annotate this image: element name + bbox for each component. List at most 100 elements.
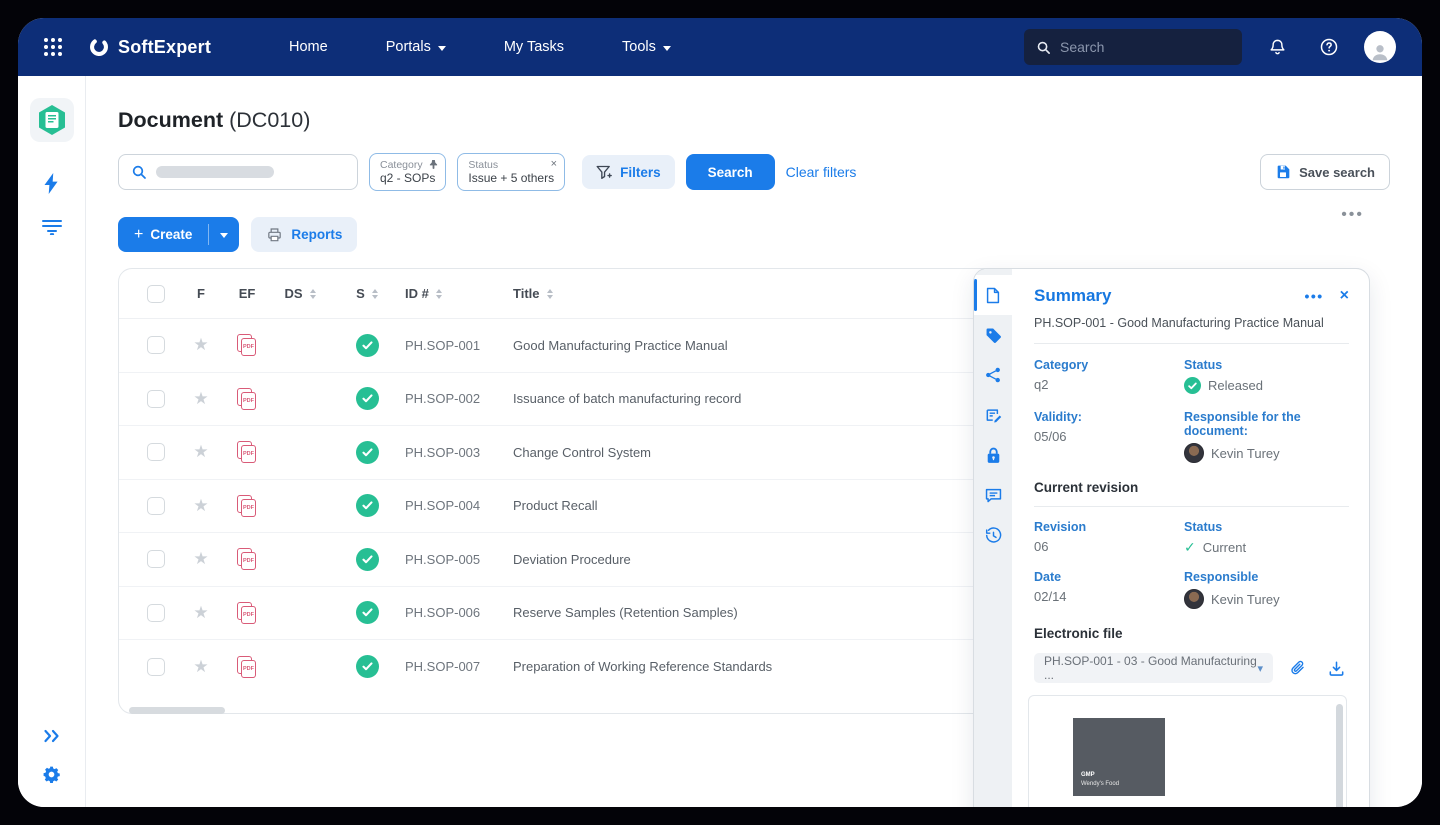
row-checkbox[interactable] [147, 658, 165, 676]
status-released-icon [356, 548, 379, 571]
close-icon[interactable]: × [551, 159, 557, 169]
document-id[interactable]: PH.SOP-002 [405, 391, 513, 406]
col-id[interactable]: ID # [405, 286, 513, 301]
sort-icon[interactable] [310, 289, 316, 299]
document-id[interactable]: PH.SOP-003 [405, 445, 513, 460]
preview-scrollbar[interactable] [1336, 704, 1343, 807]
col-ds[interactable]: DS [271, 286, 329, 301]
favorite-star-icon[interactable]: ★ [193, 442, 208, 462]
pin-icon[interactable] [429, 159, 438, 171]
plus-icon: + [134, 226, 143, 244]
quick-actions-lightning-icon[interactable] [37, 168, 67, 198]
expand-rail-icon[interactable] [37, 721, 67, 751]
chevron-down-icon [663, 46, 671, 51]
create-dropdown-button[interactable] [209, 217, 239, 252]
user-avatar[interactable] [1364, 31, 1396, 63]
printer-icon [266, 227, 283, 243]
document-id[interactable]: PH.SOP-006 [405, 605, 513, 620]
page-title: Document (DC010) [118, 108, 310, 133]
attachment-paperclip-icon[interactable] [1285, 655, 1311, 681]
tab-share-icon[interactable] [974, 355, 1012, 395]
favorite-star-icon[interactable]: ★ [193, 389, 208, 409]
row-checkbox[interactable] [147, 443, 165, 461]
tab-document-icon[interactable] [974, 275, 1012, 315]
document-id[interactable]: PH.SOP-004 [405, 498, 513, 513]
row-checkbox[interactable] [147, 550, 165, 568]
favorite-star-icon[interactable]: ★ [193, 335, 208, 355]
pdf-file-icon[interactable]: PDF [235, 387, 259, 411]
toolbar: +Create Reports [118, 217, 357, 252]
reports-button[interactable]: Reports [251, 217, 357, 252]
nav-item-home[interactable]: Home [267, 29, 350, 65]
field-revision-responsible: Responsible Kevin Turey [1184, 570, 1349, 609]
row-checkbox[interactable] [147, 604, 165, 622]
summary-panel: Summary ••• × PH.SOP-001 - Good Manufact… [973, 268, 1370, 807]
field-validity: Validity: 05/06 [1034, 410, 1184, 463]
sort-icon[interactable] [547, 289, 553, 299]
favorite-star-icon[interactable]: ★ [193, 603, 208, 623]
pdf-file-icon[interactable]: PDF [235, 547, 259, 571]
col-status[interactable]: S [329, 286, 405, 301]
summary-subtitle: PH.SOP-001 - Good Manufacturing Practice… [1034, 316, 1349, 330]
filter-chip-category[interactable]: Category q2 - SOPs [369, 153, 446, 191]
app-launcher-icon[interactable] [44, 38, 62, 56]
filter-lines-icon[interactable] [37, 212, 67, 242]
panel-icon-strip [974, 269, 1012, 807]
document-thumbnail[interactable]: GMP Wendy's Food [1073, 718, 1165, 796]
global-search-input[interactable] [1060, 39, 1210, 55]
pdf-file-icon[interactable]: PDF [235, 333, 259, 357]
file-version-select[interactable]: PH.SOP-001 - 03 - Good Manufacturing ...… [1034, 653, 1273, 683]
create-button[interactable]: +Create [118, 217, 239, 252]
nav-item-my-tasks[interactable]: My Tasks [482, 29, 586, 65]
document-id[interactable]: PH.SOP-001 [405, 338, 513, 353]
nav-item-portals[interactable]: Portals [364, 29, 468, 65]
col-electronic-file[interactable]: EF [223, 286, 271, 301]
nav-item-tools[interactable]: Tools [600, 29, 693, 65]
pdf-file-icon[interactable]: PDF [235, 440, 259, 464]
tab-revision-note-icon[interactable] [974, 395, 1012, 435]
select-all-checkbox[interactable] [147, 285, 165, 303]
more-options-icon[interactable]: ••• [1341, 206, 1364, 224]
document-id[interactable]: PH.SOP-007 [405, 659, 513, 674]
favorite-star-icon[interactable]: ★ [193, 549, 208, 569]
tab-lock-icon[interactable] [974, 435, 1012, 475]
clear-filters-link[interactable]: Clear filters [786, 164, 857, 180]
save-icon [1275, 164, 1291, 180]
save-search-button[interactable]: Save search [1260, 154, 1390, 190]
table-search-input[interactable] [118, 154, 358, 190]
field-revision-status: Status ✓Current [1184, 520, 1349, 556]
filters-button[interactable]: Filters [582, 155, 675, 189]
filter-chip-status[interactable]: × Status Issue + 5 others [457, 153, 565, 191]
summary-more-icon[interactable]: ••• [1304, 288, 1323, 304]
document-id[interactable]: PH.SOP-005 [405, 552, 513, 567]
horizontal-scrollbar[interactable] [129, 707, 225, 714]
tab-comments-icon[interactable] [974, 475, 1012, 515]
col-favorite[interactable]: F [179, 286, 223, 301]
notifications-bell-icon[interactable] [1260, 30, 1294, 64]
sort-icon[interactable] [436, 289, 442, 299]
document-module-icon[interactable] [30, 98, 74, 142]
filter-row: Category q2 - SOPs × Status Issue + 5 ot… [118, 153, 1390, 191]
download-icon[interactable] [1323, 655, 1349, 681]
pdf-file-icon[interactable]: PDF [235, 494, 259, 518]
settings-gear-icon[interactable] [37, 759, 67, 789]
pdf-file-icon[interactable]: PDF [235, 655, 259, 679]
search-skeleton [156, 166, 274, 178]
released-check-icon [1184, 377, 1201, 394]
brand-logo[interactable]: SoftExpert [88, 36, 211, 58]
tab-history-icon[interactable] [974, 515, 1012, 555]
pdf-file-icon[interactable]: PDF [235, 601, 259, 625]
search-button[interactable]: Search [686, 154, 775, 190]
sort-icon[interactable] [372, 289, 378, 299]
row-checkbox[interactable] [147, 390, 165, 408]
field-status: Status Released [1184, 358, 1349, 394]
row-checkbox[interactable] [147, 336, 165, 354]
row-checkbox[interactable] [147, 497, 165, 515]
global-search[interactable] [1024, 29, 1242, 65]
summary-close-icon[interactable]: × [1340, 287, 1349, 305]
help-icon[interactable] [1312, 30, 1346, 64]
favorite-star-icon[interactable]: ★ [193, 657, 208, 677]
favorite-star-icon[interactable]: ★ [193, 496, 208, 516]
tab-tag-icon[interactable] [974, 315, 1012, 355]
file-preview: GMP Wendy's Food Good Manufacturing Prac… [1028, 695, 1347, 807]
